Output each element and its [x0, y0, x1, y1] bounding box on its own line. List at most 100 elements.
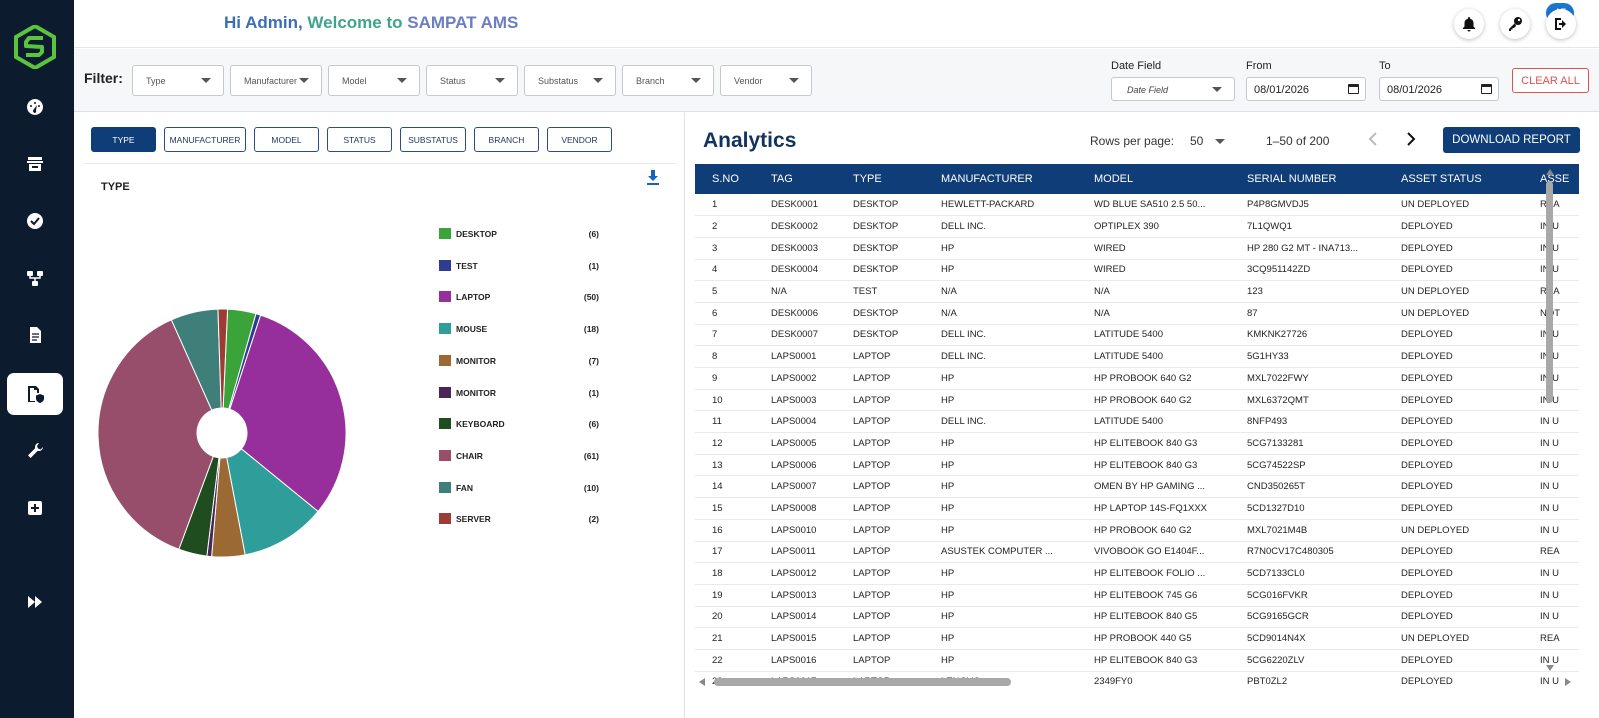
store-icon	[27, 157, 43, 171]
column-header[interactable]: SERIAL NUMBER	[1230, 164, 1384, 194]
table-row[interactable]: 17 LAPS0011 LAPTOP ASUSTEK COMPUTER ... VIVO…	[695, 541, 1579, 563]
table-row[interactable]: 13 LAPS0006 LAPTOP HP HP ELITEBOOK 840 G3 5CG…	[695, 454, 1579, 476]
app: Hi Admin, Welcome to SAMPAT AMS 45 Filte…	[0, 0, 1599, 718]
column-header[interactable]: MODEL	[1077, 164, 1230, 194]
sidebar-item-reports[interactable]	[7, 373, 63, 415]
legend-item[interactable]: MONITOR (7)	[439, 354, 599, 368]
table-row[interactable]: 14 LAPS0007 LAPTOP HP OMEN BY HP GAMING ... C…	[695, 476, 1579, 498]
sidebar-item-check[interactable]	[7, 200, 63, 242]
table-row[interactable]: 15 LAPS0008 LAPTOP HP HP LAPTOP 14S-FQ1XXX 5C…	[695, 498, 1579, 520]
table-row[interactable]: 16 LAPS0010 LAPTOP HP HP PROBOOK 640 G2 MXL70…	[695, 519, 1579, 541]
sidebar-item-tools[interactable]	[7, 430, 63, 472]
sidebar-expand[interactable]	[7, 581, 63, 623]
logout-button[interactable]	[1546, 9, 1576, 39]
table-cell: DEPLOYED	[1401, 502, 1453, 514]
scroll-right-icon[interactable]	[1565, 678, 1571, 686]
legend-count: (1)	[588, 260, 599, 271]
calendar-icon[interactable]	[1348, 84, 1359, 94]
filter-branch-select[interactable]: Branch	[622, 65, 714, 96]
table-row[interactable]: 12 LAPS0005 LAPTOP HP HP ELITEBOOK 840 G3 5CG…	[695, 433, 1579, 455]
filter-substatus-select[interactable]: Substatus	[524, 65, 616, 96]
sidebar-item-store[interactable]	[7, 143, 63, 185]
legend-item[interactable]: MONITOR (1)	[439, 386, 599, 400]
legend-item[interactable]: FAN (10)	[439, 481, 599, 495]
table-row[interactable]: 1 DESK0001 DESKTOP HEWLETT-PACKARD WD BLUE S…	[695, 194, 1579, 216]
legend-item[interactable]: LAPTOP (50)	[439, 290, 599, 304]
vertical-scrollbar-thumb[interactable]	[1546, 181, 1553, 403]
legend-item[interactable]: SERVER (2)	[439, 512, 599, 526]
chart-tab-model[interactable]: MODEL	[254, 127, 319, 152]
filter-model-select[interactable]: Model	[328, 65, 420, 96]
clear-all-button[interactable]: CLEAR ALL	[1512, 68, 1589, 93]
table-row[interactable]: 4 DESK0004 DESKTOP HP WIRED 3CQ951142ZD DEPLOY…	[695, 259, 1579, 281]
previous-page-icon[interactable]	[1365, 129, 1381, 149]
legend-label: DESKTOP	[456, 229, 497, 239]
table-row[interactable]: 18 LAPS0012 LAPTOP HP HP ELITEBOOK FOLIO ...…	[695, 563, 1579, 585]
table-row[interactable]: 2 DESK0002 DESKTOP DELL INC. OPTIPLEX 390 7L1…	[695, 216, 1579, 238]
to-date-input[interactable]: 08/01/2026	[1379, 77, 1499, 101]
legend-item[interactable]: CHAIR (61)	[439, 449, 599, 463]
chart-tab-vendor[interactable]: VENDOR	[547, 127, 612, 152]
calendar-icon[interactable]	[1481, 84, 1492, 94]
chart-tab-substatus[interactable]: SUBSTATUS	[400, 127, 466, 152]
legend-item[interactable]: MOUSE (18)	[439, 322, 599, 336]
table-row[interactable]: 9 LAPS0002 LAPTOP HP HP PROBOOK 640 G2 MXL702…	[695, 368, 1579, 390]
legend-item[interactable]: DESKTOP (6)	[439, 227, 599, 241]
scroll-up-icon[interactable]	[1546, 169, 1554, 175]
table-row[interactable]: 7 DESK0007 DESKTOP DELL INC. LATITUDE 5400 KM…	[695, 324, 1579, 346]
legend-item[interactable]: TEST (1)	[439, 259, 599, 273]
notifications-button[interactable]	[1454, 9, 1484, 39]
table-row[interactable]: 22 LAPS0016 LAPTOP HP HP ELITEBOOK 840 G3 5CG…	[695, 649, 1579, 672]
chevron-down-icon	[1212, 87, 1222, 92]
change-password-button[interactable]	[1500, 9, 1530, 39]
table-cell: 19	[712, 589, 723, 601]
download-report-button[interactable]: DOWNLOAD REPORT	[1443, 127, 1580, 153]
column-header[interactable]: ASSET STATUS	[1384, 164, 1523, 194]
table-cell: DEPLOYED	[1401, 676, 1453, 688]
chart-tab-manufacturer[interactable]: MANUFACTURER	[164, 127, 246, 152]
filter-manufacturer-select[interactable]: Manufacturer	[230, 65, 322, 96]
date-field-select[interactable]: Date Field	[1111, 77, 1235, 101]
filter-vendor-select[interactable]: Vendor	[720, 65, 812, 96]
filter-status-select[interactable]: Status	[426, 65, 518, 96]
table-row[interactable]: 5N/ATESTN/AN/A123UN DEPLOYEDREA	[695, 281, 1579, 303]
sidebar-item-add[interactable]	[7, 487, 63, 529]
app-logo[interactable]	[13, 25, 57, 69]
next-page-icon[interactable]	[1403, 129, 1419, 149]
legend-item[interactable]: KEYBOARD (6)	[439, 417, 599, 431]
table-row[interactable]: 20 LAPS0014 LAPTOP HP HP ELITEBOOK 840 G5 5CG…	[695, 606, 1579, 628]
table-cell: 7	[712, 329, 718, 341]
scroll-down-icon[interactable]	[1546, 665, 1554, 671]
sidebar-item-document[interactable]	[7, 314, 63, 356]
table-row[interactable]: 21 LAPS0015 LAPTOP HP HP PROBOOK 440 G5 5CD90…	[695, 628, 1579, 650]
table-cell: LATITUDE 5400	[1094, 351, 1163, 363]
column-header[interactable]: S.NO	[695, 164, 754, 194]
chevron-down-icon[interactable]	[1215, 139, 1225, 144]
table-row[interactable]: 8 LAPS0001 LAPTOP DELL INC. LATITUDE 5400 5G1…	[695, 346, 1579, 368]
column-header[interactable]: MANUFACTURER	[924, 164, 1077, 194]
rows-per-page-select[interactable]: 50	[1190, 134, 1203, 148]
from-date-input[interactable]: 08/01/2026	[1246, 77, 1366, 101]
table-cell: LAPS0007	[771, 481, 817, 493]
column-header[interactable]: TAG	[754, 164, 836, 194]
legend-label: FAN	[456, 482, 473, 493]
horizontal-scrollbar-thumb[interactable]	[714, 678, 1011, 686]
download-chart-icon[interactable]	[646, 170, 660, 186]
table-cell: HP ELITEBOOK 840 G3	[1094, 437, 1198, 449]
table-row[interactable]: 10 LAPS0003 LAPTOP HP HP PROBOOK 640 G2 MXL63…	[695, 389, 1579, 411]
table-cell: 4	[712, 264, 718, 276]
chart-tab-branch[interactable]: BRANCH	[474, 127, 539, 152]
table-row[interactable]: 19 LAPS0013 LAPTOP HP HP ELITEBOOK 745 G6 5CG…	[695, 584, 1579, 607]
table-row[interactable]: 3 DESK0003 DESKTOP HP WIRED HP 280 G2 MT - IN…	[695, 237, 1579, 260]
column-header[interactable]: TYPE	[836, 164, 924, 194]
table-cell: DESK0003	[771, 242, 819, 254]
table-row[interactable]: 11 LAPS0004 LAPTOP DELL INC. LATITUDE 5400 8N…	[695, 411, 1579, 433]
table-row[interactable]: 6DESK0006DESKTOPN/AN/A87UN DEPLOYEDNOT	[695, 302, 1579, 325]
sidebar-item-hierarchy[interactable]	[7, 257, 63, 299]
sidebar-item-dashboard[interactable]	[7, 86, 63, 128]
chart-tab-type[interactable]: TYPE	[91, 127, 156, 152]
filter-type-select[interactable]: Type	[132, 65, 224, 96]
chart-tab-status[interactable]: STATUS	[327, 127, 392, 152]
scroll-left-icon[interactable]	[699, 678, 705, 686]
table-cell: LAPS0005	[771, 437, 817, 449]
